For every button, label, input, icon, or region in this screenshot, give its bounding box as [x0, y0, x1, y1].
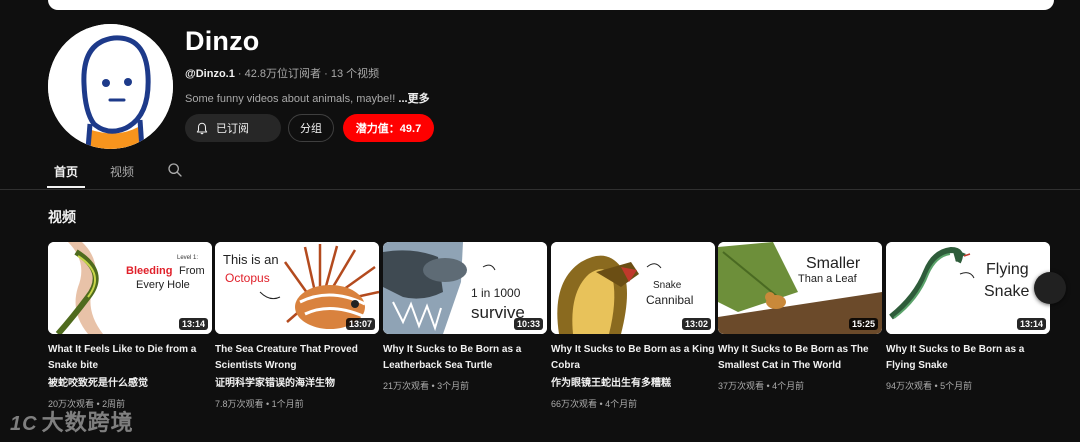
- video-card[interactable]: Flying Snake 13:14 Why It Sucks to Be Bo…: [886, 242, 1050, 392]
- subscribed-label: 已订阅: [216, 123, 249, 135]
- channel-description[interactable]: Some funny videos about animals, maybe!!…: [185, 90, 430, 106]
- video-thumbnail[interactable]: Smaller Than a Leaf 15:25: [718, 242, 882, 334]
- meta-separator: ·: [234, 68, 245, 80]
- video-stats: 37万次观看 • 4个月前: [718, 381, 805, 391]
- video-title[interactable]: Why It Sucks to Be Born as a Leatherback…: [383, 342, 547, 373]
- video-duration: 13:07: [345, 318, 375, 330]
- bell-icon: [196, 122, 208, 134]
- thumb-text-1: This is an: [223, 252, 279, 267]
- video-stats: 7.8万次观看 • 1个月前: [215, 399, 304, 409]
- thumb-text-2: Snake: [984, 283, 1029, 300]
- video-thumbnail[interactable]: 1 in 1000 survive 10:33: [383, 242, 547, 334]
- video-subtitle: 证明科学家错误的海洋生物: [215, 378, 335, 389]
- thumb-text-1b: From: [179, 265, 205, 277]
- video-title[interactable]: Why It Sucks to Be Born as The Smallest …: [718, 342, 882, 373]
- description-text: Some funny videos about animals, maybe!!: [185, 93, 399, 105]
- thumb-text-1: Flying: [986, 261, 1029, 278]
- video-title[interactable]: The Sea Creature That Proved Scientists …: [215, 342, 379, 373]
- search-bar-edge: [48, 0, 1054, 10]
- video-stats: 66万次观看 • 4个月前: [551, 399, 638, 409]
- video-thumbnail[interactable]: Level 1: Bleeding From Every Hole 13:14: [48, 242, 212, 334]
- subscriber-count: 42.8万位订阅者: [244, 68, 322, 80]
- group-button[interactable]: 分组: [288, 114, 334, 142]
- thumb-text-1: Smaller: [806, 255, 861, 272]
- video-subtitle: 被蛇咬致死是什么感觉: [48, 378, 148, 389]
- video-title[interactable]: Why It Sucks to Be Born as a King Cobra: [551, 342, 715, 373]
- subscribed-button[interactable]: 已订阅: [185, 114, 281, 142]
- video-title[interactable]: Why It Sucks to Be Born as a Flying Snak…: [886, 342, 1050, 373]
- video-count: 13 个视频: [330, 68, 380, 80]
- video-duration: 10:33: [513, 318, 543, 330]
- watermark-logo: 1C: [10, 413, 38, 435]
- potential-score-button[interactable]: 潜力值：49.7: [343, 114, 434, 142]
- watermark: 1C 大数跨境: [10, 405, 134, 437]
- thumb-text-1: 1 in 1000: [471, 286, 521, 300]
- search-icon[interactable]: [167, 162, 183, 183]
- meta-separator: ·: [321, 68, 331, 80]
- more-link[interactable]: ...更多: [398, 93, 429, 105]
- carousel-next-button[interactable]: [1034, 272, 1066, 304]
- thumb-text-2: Cannibal: [646, 293, 693, 307]
- video-title[interactable]: What It Feels Like to Die from a Snake b…: [48, 342, 212, 373]
- tab-videos[interactable]: 视频: [110, 163, 134, 180]
- video-thumbnail[interactable]: Snake Cannibal 13:02: [551, 242, 715, 334]
- channel-handle[interactable]: @Dinzo.1: [185, 68, 235, 80]
- video-card[interactable]: Level 1: Bleeding From Every Hole 13:14 …: [48, 242, 212, 410]
- video-duration: 13:14: [178, 318, 208, 330]
- thumb-text-2: Octopus: [225, 271, 270, 285]
- video-card[interactable]: Smaller Than a Leaf 15:25 Why It Sucks t…: [718, 242, 882, 392]
- video-stats: 21万次观看 • 3个月前: [383, 381, 470, 391]
- channel-tabs: 首页 视频: [0, 150, 1080, 190]
- section-title[interactable]: 视频: [48, 207, 76, 227]
- channel-name: Dinzo: [185, 26, 260, 56]
- video-stats: 94万次观看 • 5个月前: [886, 381, 973, 391]
- thumb-text-1: Snake: [653, 280, 682, 291]
- watermark-text: 大数跨境: [41, 410, 134, 435]
- video-duration: 13:14: [1016, 318, 1046, 330]
- video-subtitle: 作为眼镜王蛇出生有多糟糕: [551, 378, 671, 389]
- video-card[interactable]: This is an Octopus 13:07 The Sea Creatur…: [215, 242, 379, 410]
- thumb-text-2: Every Hole: [136, 279, 190, 291]
- active-tab-indicator: [47, 186, 85, 188]
- video-card[interactable]: Snake Cannibal 13:02 Why It Sucks to Be …: [551, 242, 715, 410]
- tab-home[interactable]: 首页: [54, 163, 78, 180]
- avatar[interactable]: [48, 24, 173, 149]
- thumb-text-2: Than a Leaf: [798, 273, 858, 285]
- video-duration: 15:25: [848, 318, 878, 330]
- video-thumbnail[interactable]: Flying Snake 13:14: [886, 242, 1050, 334]
- video-card[interactable]: 1 in 1000 survive 10:33 Why It Sucks to …: [383, 242, 547, 392]
- channel-meta: @Dinzo.1 · 42.8万位订阅者 · 13 个视频: [185, 65, 379, 81]
- video-duration: 13:02: [681, 318, 711, 330]
- thumb-level: Level 1:: [177, 255, 198, 261]
- thumb-text-1: Bleeding: [126, 265, 172, 277]
- video-thumbnail[interactable]: This is an Octopus 13:07: [215, 242, 379, 334]
